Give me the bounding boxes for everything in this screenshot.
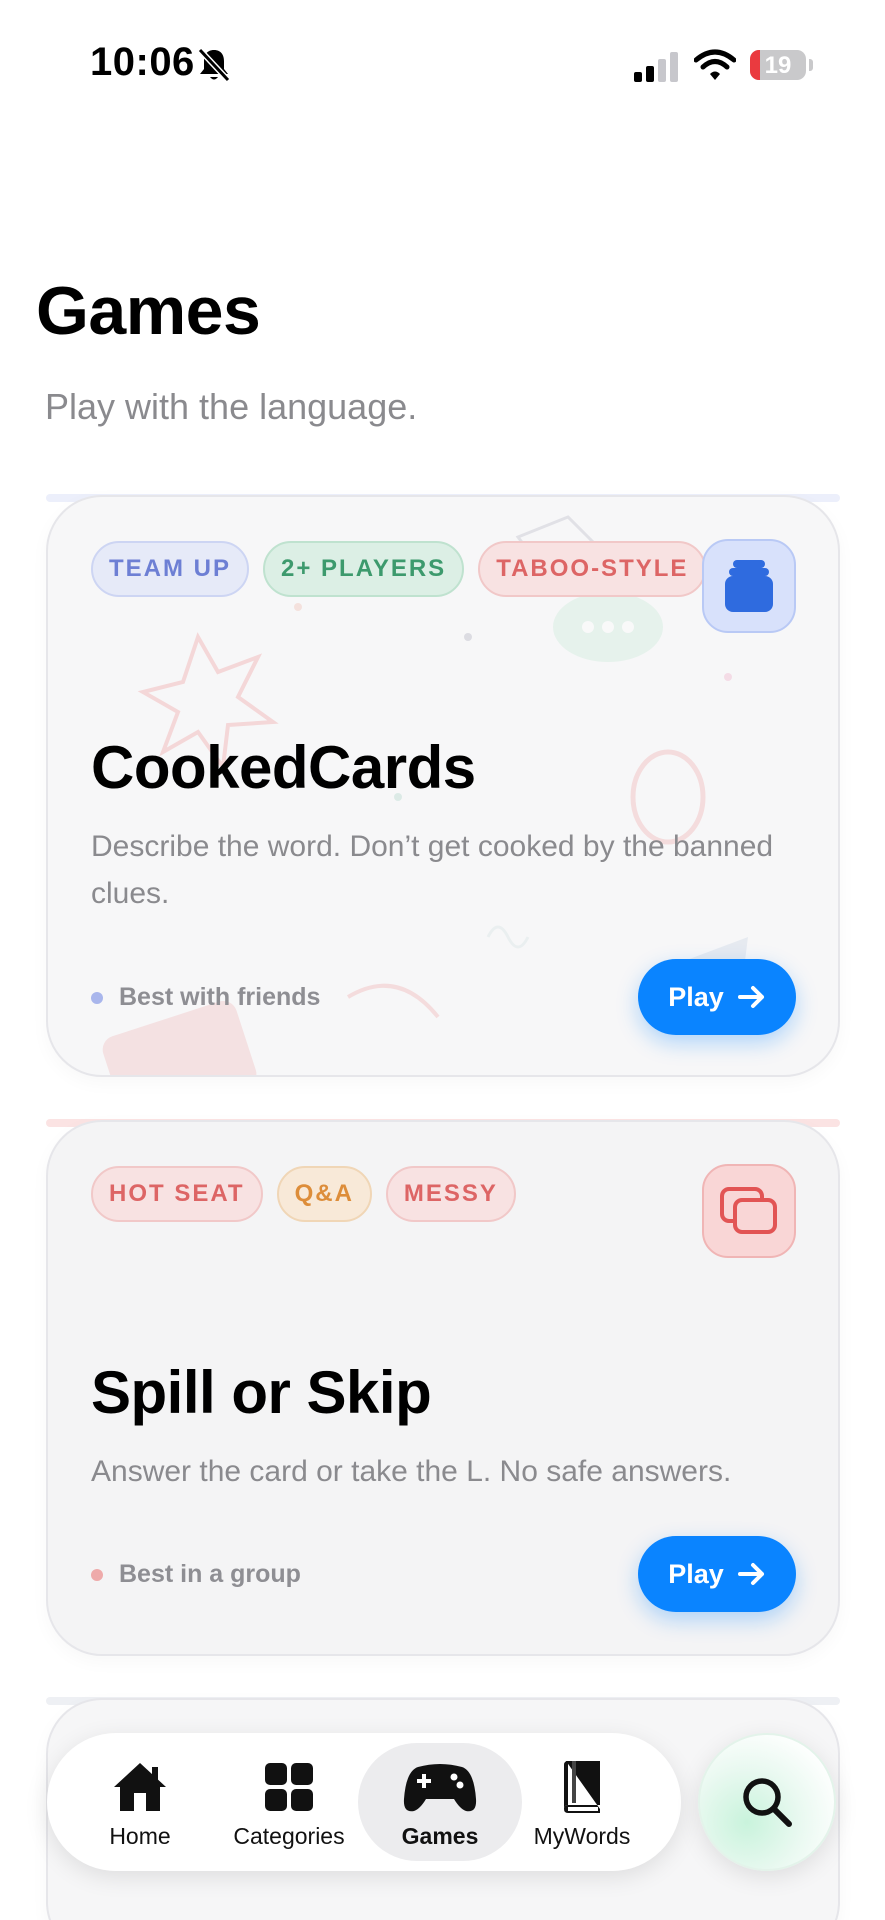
tag: MESSY xyxy=(385,1166,516,1222)
card-stack-icon xyxy=(725,560,773,612)
tag-row: HOT SEAT Q&A MESSY xyxy=(91,1166,516,1222)
grid-icon xyxy=(265,1763,313,1811)
tab-categories[interactable]: Categories xyxy=(214,1759,364,1859)
game-card-spill-or-skip[interactable]: HOT SEAT Q&A MESSY Spill or Skip Answer … xyxy=(46,1120,840,1656)
house-icon xyxy=(114,1763,166,1811)
game-icon-badge xyxy=(702,1164,796,1258)
play-button[interactable]: Play xyxy=(638,959,796,1035)
tab-label: Home xyxy=(109,1823,171,1849)
status-time: 10:06 xyxy=(90,40,195,84)
tab-bar: Home Categories Games MyWords xyxy=(47,1733,681,1871)
tab-mywords[interactable]: MyWords xyxy=(507,1759,657,1859)
battery-cap xyxy=(809,59,813,71)
tag: 2+ PLAYERS xyxy=(263,541,465,597)
tag-row: TEAM UP 2+ PLAYERS TABOO-STYLE xyxy=(91,541,707,597)
game-description: Answer the card or take the L. No safe a… xyxy=(91,1455,732,1488)
magnifier-icon xyxy=(743,1778,792,1827)
tag: HOT SEAT xyxy=(91,1166,263,1222)
tab-games[interactable]: Games xyxy=(365,1759,515,1859)
bell-slash-icon xyxy=(197,47,231,83)
book-icon xyxy=(564,1761,600,1813)
arrow-right-icon xyxy=(737,1563,764,1585)
page-title: Games xyxy=(36,273,261,349)
tab-label: Games xyxy=(401,1823,479,1849)
game-title: Spill or Skip xyxy=(91,1359,432,1426)
game-card-cookedcards[interactable]: TEAM UP 2+ PLAYERS TABOO-STYLE CookedCar… xyxy=(46,495,840,1077)
tag: TABOO-STYLE xyxy=(478,541,707,597)
best-with-row: Best with friends xyxy=(91,983,320,1012)
best-with-label: Best in a group xyxy=(119,1560,301,1588)
best-with-label: Best with friends xyxy=(119,983,321,1011)
play-button[interactable]: Play xyxy=(638,1536,796,1612)
best-with-dot xyxy=(91,991,103,1004)
cellular-signal-icon xyxy=(634,52,678,82)
status-bar: 10:06 19 xyxy=(0,0,885,130)
tag: TEAM UP xyxy=(91,541,249,597)
game-description: Describe the word. Don’t get cooked by t… xyxy=(91,830,774,910)
game-title: CookedCards xyxy=(91,734,476,801)
best-with-row: Best in a group xyxy=(91,1560,301,1589)
wifi-icon xyxy=(694,49,736,80)
tab-label: Categories xyxy=(233,1823,345,1849)
battery-icon: 19 xyxy=(750,50,806,80)
page-subtitle: Play with the language. xyxy=(45,386,418,427)
overlapping-cards-icon xyxy=(720,1187,777,1234)
search-button[interactable] xyxy=(698,1733,836,1871)
play-button-label: Play xyxy=(668,981,724,1012)
arrow-right-icon xyxy=(737,986,764,1008)
battery-level-text: 19 xyxy=(764,52,792,79)
game-icon-badge xyxy=(702,539,796,633)
gamepad-icon xyxy=(403,1764,477,1812)
tab-label: MyWords xyxy=(533,1823,631,1849)
tag: Q&A xyxy=(276,1166,372,1222)
tab-home[interactable]: Home xyxy=(65,1759,215,1859)
best-with-dot xyxy=(91,1568,103,1581)
play-button-label: Play xyxy=(668,1558,724,1589)
